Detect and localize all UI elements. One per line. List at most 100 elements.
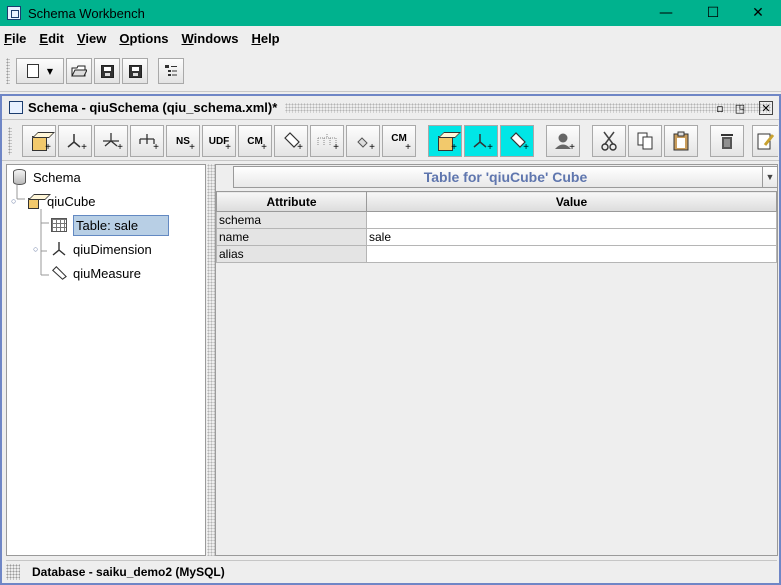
element-selector[interactable]: Table for 'qiuCube' Cube ▼ (233, 166, 778, 188)
table-row: schema (216, 211, 777, 229)
status-bar: Database - saiku_demo2 (MySQL) (6, 560, 777, 582)
add-level-button[interactable]: + (310, 125, 344, 157)
open-folder-icon (71, 65, 87, 77)
menu-edit[interactable]: Edit (39, 31, 64, 46)
save-button[interactable] (94, 58, 120, 84)
menu-options[interactable]: Options (119, 31, 168, 46)
edit-mode-button[interactable] (752, 125, 778, 157)
tree-node-cube-label: qiuCube (47, 193, 96, 209)
add-hierarchy-button[interactable]: + (130, 125, 164, 157)
save-as-button[interactable] (122, 58, 148, 84)
titlebar-grip (285, 102, 771, 113)
save-as-icon (128, 64, 142, 78)
frame-minimize-icon[interactable]: ▫ (713, 101, 727, 115)
property-table: Attribute Value schema name sale alias (216, 191, 777, 263)
add-role-button[interactable]: + (546, 125, 580, 157)
tree-node-schema-label: Schema (33, 169, 81, 185)
window-titlebar: Schema Workbench — ☐ ✕ (0, 0, 781, 26)
trash-icon (721, 134, 733, 149)
attribute-cell: alias (216, 245, 367, 263)
menu-windows[interactable]: Windows (182, 31, 239, 46)
table-row: alias (216, 245, 777, 263)
app-icon (7, 6, 21, 20)
attribute-cell: schema (216, 211, 367, 229)
tree-view-icon (165, 65, 177, 76)
panel-title: Table for 'qiuCube' Cube (423, 169, 588, 185)
add-virtual-cube-button[interactable]: + (428, 125, 462, 157)
add-virtual-dimension-button[interactable]: + (464, 125, 498, 157)
cut-button[interactable] (592, 125, 626, 157)
split-pane-divider[interactable] (207, 164, 215, 556)
paste-icon (673, 131, 689, 151)
new-button[interactable]: ▼ (16, 58, 64, 84)
add-virtual-measure-button[interactable]: + (500, 125, 534, 157)
add-calculated-member-button[interactable]: CM + (238, 125, 272, 157)
table-icon (51, 217, 67, 233)
cut-icon (601, 131, 617, 151)
tree-node-table[interactable]: Table: sale (51, 214, 170, 236)
tree-view-button[interactable] (158, 58, 184, 84)
frame-maximize-icon[interactable]: ◳ (733, 101, 747, 115)
new-document-icon (26, 64, 39, 78)
window-title: Schema Workbench (28, 5, 145, 21)
value-cell[interactable] (366, 245, 777, 263)
copy-icon (637, 132, 653, 150)
chevron-down-icon: ▼ (46, 66, 54, 76)
maximize-button[interactable]: ☐ (690, 0, 736, 26)
table-row: name sale (216, 228, 777, 246)
add-calculated-member-property-button[interactable]: CM + (382, 125, 416, 157)
frame-title: Schema - qiuSchema (qiu_schema.xml)* (28, 100, 278, 115)
tree-node-measure-label: qiuMeasure (73, 265, 141, 281)
attribute-cell: name (216, 228, 367, 246)
tree-node-measure[interactable]: qiuMeasure (51, 262, 141, 284)
tree-toggle-icon[interactable]: ○ (33, 244, 43, 254)
add-cube-button[interactable]: + (22, 125, 56, 157)
tree-node-table-label: Table: sale (73, 214, 170, 236)
menu-help[interactable]: Help (251, 31, 279, 46)
schema-frame-icon (9, 101, 23, 114)
pencil-icon (757, 133, 774, 150)
tree-node-dimension-label: qiuDimension (73, 241, 152, 257)
main-toolbar: ▼ (0, 50, 781, 92)
tree-toggle-icon[interactable]: ○ (11, 196, 21, 206)
add-udf-button[interactable]: UDF + (202, 125, 236, 157)
menu-file[interactable]: File (4, 31, 26, 46)
properties-panel: Table for 'qiuCube' Cube ▼ Attribute Val… (215, 164, 778, 556)
tree-node-schema[interactable]: Schema (11, 166, 81, 188)
frame-titlebar[interactable]: Schema - qiuSchema (qiu_schema.xml)* ▫ ◳… (2, 96, 779, 120)
measure-icon (51, 265, 67, 281)
column-header-value[interactable]: Value (366, 191, 777, 212)
named-set-icon: NS (176, 135, 190, 147)
toolbar-grip[interactable] (6, 58, 10, 84)
database-icon (11, 169, 27, 185)
schema-toolbar-grip[interactable] (8, 127, 12, 155)
add-dimension-usage-button[interactable]: + (94, 125, 128, 157)
add-property-button[interactable]: + (346, 125, 380, 157)
save-icon (100, 64, 114, 78)
menu-view[interactable]: View (77, 31, 106, 46)
open-button[interactable] (66, 58, 92, 84)
database-status: Database - saiku_demo2 (MySQL) (32, 564, 225, 579)
value-cell[interactable]: sale (366, 228, 777, 246)
schema-tree: Schema ○ qiuCube Table: sale ○ qiuDimens… (6, 164, 206, 556)
add-measure-button[interactable]: + (274, 125, 308, 157)
paste-button[interactable] (664, 125, 698, 157)
tree-node-dimension[interactable]: ○ qiuDimension (33, 238, 152, 260)
status-grip (6, 563, 20, 580)
add-named-set-button[interactable]: NS + (166, 125, 200, 157)
minimize-button[interactable]: — (643, 0, 689, 26)
property-icon (357, 137, 368, 148)
copy-button[interactable] (628, 125, 662, 157)
frame-close-icon[interactable]: ✕ (759, 101, 773, 115)
schema-toolbar: + + + + NS + UDF + CM + + + + CM + + + + + (2, 121, 779, 161)
schema-internal-frame: Schema - qiuSchema (qiu_schema.xml)* ▫ ◳… (0, 94, 781, 585)
delete-button[interactable] (710, 125, 744, 157)
chevron-down-icon[interactable]: ▼ (762, 167, 777, 187)
cube-icon (25, 193, 41, 209)
tree-node-cube[interactable]: ○ qiuCube (11, 190, 95, 212)
column-header-attribute[interactable]: Attribute (216, 191, 367, 212)
value-cell[interactable] (366, 211, 777, 229)
menubar: File Edit View Options Windows Help (0, 26, 781, 50)
add-dimension-button[interactable]: + (58, 125, 92, 157)
close-button[interactable]: ✕ (735, 0, 781, 26)
